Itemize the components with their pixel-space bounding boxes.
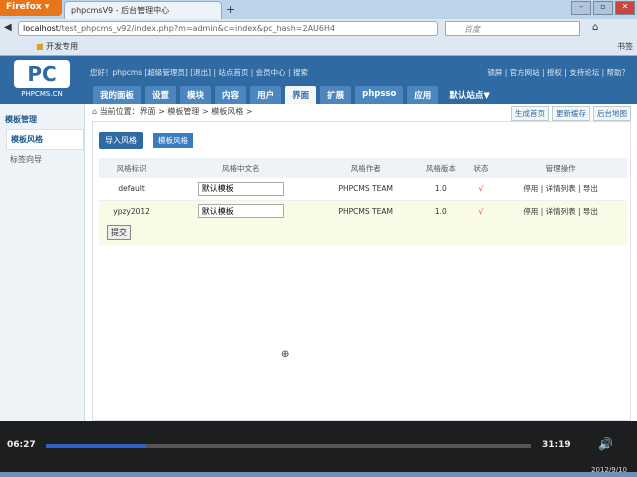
styles-table: 风格标识风格中文名风格作者风格版本状态管理操作 default PHPCMS T… — [99, 158, 627, 223]
sidebar-item-tag-wizard[interactable]: 标签向导 — [0, 150, 84, 169]
import-style-button[interactable]: 导入风格 — [99, 132, 143, 149]
style-name-input[interactable] — [197, 181, 284, 196]
current-time: 06:27 — [7, 440, 36, 450]
new-tab-button[interactable]: + — [226, 3, 235, 16]
main-menu: 我的面板 设置 模块 内容 用户 界面 扩展 phpsso 应用 默认站点▼ — [93, 86, 497, 104]
back-icon[interactable]: ◀ — [4, 22, 12, 33]
table-header: 风格标识 风格中文名 风格作者 风格版本 状态 管理操作 — [99, 158, 627, 178]
status-badge: √ — [467, 178, 495, 201]
seek-progress — [46, 444, 146, 448]
browser-tab-bar: Firefox ▾ phpcmsV9 - 后台管理中心 + – ▫ ✕ — [0, 0, 637, 19]
url-path: /test_phpcms_v92/index.php?m=admin&c=ind… — [58, 24, 336, 33]
window-controls: – ▫ ✕ — [571, 1, 635, 15]
maximize-button[interactable]: ▫ — [593, 1, 613, 15]
sidebar-item-template-style[interactable]: 模板风格 — [6, 129, 84, 150]
submit-row: 提交 — [99, 222, 627, 246]
logo: PC PHPCMS.CN — [14, 60, 70, 100]
menu-panel[interactable]: 我的面板 — [93, 86, 142, 104]
menu-users[interactable]: 用户 — [250, 86, 282, 104]
menu-settings[interactable]: 设置 — [145, 86, 177, 104]
menu-apps[interactable]: 应用 — [407, 86, 439, 104]
url-host: localhost — [23, 24, 59, 33]
status-badge: √ — [467, 200, 495, 223]
zoom-cursor-icon: ⊕ — [281, 349, 290, 360]
menu-content[interactable]: 内容 — [215, 86, 247, 104]
browser-tab[interactable]: phpcmsV9 - 后台管理中心 — [64, 1, 222, 19]
template-style-button[interactable]: 模板风格 — [153, 133, 193, 148]
total-time: 31:19 — [542, 440, 571, 450]
seek-bar[interactable] — [46, 444, 531, 448]
bookmarks-bar: ■ 开发专用 书签 — [0, 38, 637, 56]
sitemap-button[interactable]: 后台地图 — [593, 106, 631, 121]
sidebar: 模板管理 模板风格 标签向导 — [0, 104, 85, 421]
folder-icon: ■ — [36, 42, 44, 51]
table-row: ypzy2012 PHPCMS TEAM 1.0 √ 停用 | 详情列表 | 导… — [99, 200, 627, 223]
navigation-bar: ◀ localhost/test_phpcms_v92/index.php?m=… — [0, 19, 637, 38]
generate-home-button[interactable]: 生成首页 — [511, 106, 549, 121]
search-input[interactable]: 百度 — [445, 21, 580, 36]
menu-modules[interactable]: 模块 — [180, 86, 212, 104]
taskbar-date: 2012/9/10 — [591, 466, 627, 474]
menu-interface[interactable]: 界面 — [285, 86, 317, 104]
row-actions[interactable]: 停用 | 详情列表 | 导出 — [494, 200, 627, 223]
bookmarks-menu[interactable]: 书签 — [617, 41, 633, 52]
site-select[interactable]: 默认站点▼ — [442, 86, 497, 104]
close-button[interactable]: ✕ — [615, 1, 635, 15]
breadcrumb: ⌂ 当前位置：界面 > 模板管理 > 模板风格 > — [92, 107, 253, 116]
volume-icon[interactable]: 🔊 — [598, 437, 613, 451]
update-cache-button[interactable]: 更新缓存 — [552, 106, 590, 121]
style-name-input[interactable] — [197, 204, 284, 218]
submit-button[interactable]: 提交 — [107, 225, 131, 240]
top-links[interactable]: 您好！phpcms [超级管理员] [退出] | 站点首页 | 会员中心 | 搜… — [90, 67, 308, 78]
table-row: default PHPCMS TEAM 1.0 √ 停用 | 详情列表 | 导出 — [99, 178, 627, 201]
menu-extend[interactable]: 扩展 — [320, 86, 352, 104]
menu-phpsso[interactable]: phpsso — [355, 86, 404, 104]
sidebar-title[interactable]: 模板管理 — [0, 104, 84, 129]
admin-header: PC PHPCMS.CN 您好！phpcms [超级管理员] [退出] | 站点首… — [0, 56, 637, 104]
video-player-controls: 06:27 31:19 🔊 — [0, 421, 637, 472]
minimize-button[interactable]: – — [571, 1, 591, 15]
quick-buttons: 生成首页 更新缓存 后台地图 — [511, 106, 631, 121]
url-bar[interactable]: localhost/test_phpcms_v92/index.php?m=ad… — [18, 21, 438, 36]
bookmark-folder[interactable]: 开发专用 — [46, 42, 78, 51]
taskbar — [0, 472, 637, 477]
firefox-menu-button[interactable]: Firefox ▾ — [0, 0, 62, 16]
main-content: 导入风格 模板风格 风格标识 风格中文名 风格作者 风格版本 状态 管理操作 defaul… — [92, 121, 631, 421]
home-icon[interactable]: ⌂ — [592, 22, 598, 33]
right-links[interactable]: 锁屏 | 官方网站 | 授权 | 支持论坛 | 帮助？ — [487, 67, 629, 78]
row-actions[interactable]: 停用 | 详情列表 | 导出 — [494, 178, 627, 201]
home-icon: ⌂ — [92, 107, 100, 116]
